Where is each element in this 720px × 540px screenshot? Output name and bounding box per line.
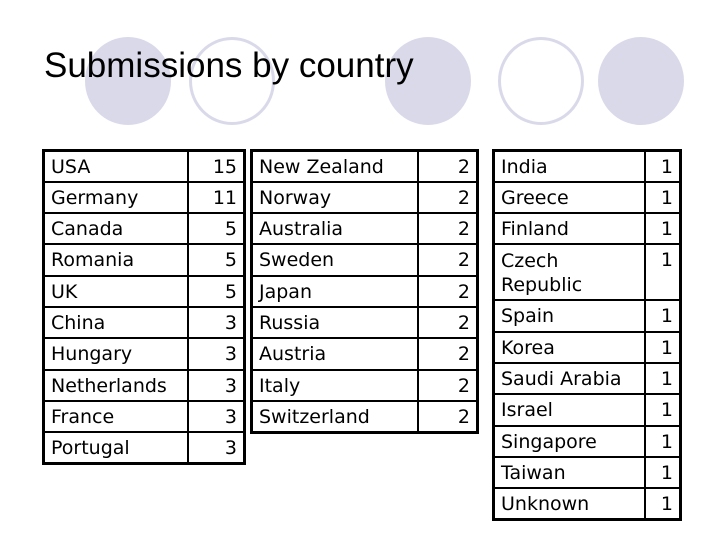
country-name: Taiwan (492, 455, 646, 490)
table-row: UK 5 (42, 274, 246, 308)
submission-count: 1 (643, 455, 682, 490)
submission-count: 5 (186, 212, 246, 246)
table-row: Greece 1 (492, 180, 682, 215)
table-row: New Zealand 2 (250, 149, 479, 183)
table-row: Portugal 3 (42, 431, 246, 465)
decorative-circle-filled (598, 37, 684, 125)
table-row: Netherlands 3 (42, 368, 246, 402)
country-name: Germany (42, 180, 189, 215)
table-row: Israel 1 (492, 393, 682, 427)
country-name: Greece (492, 180, 646, 215)
submission-count: 3 (186, 337, 246, 371)
country-name: Japan (250, 274, 419, 308)
submission-count: 1 (643, 243, 682, 302)
slide-title: Submissions by country (44, 46, 414, 85)
submission-count: 2 (416, 212, 479, 246)
country-name: Romania (42, 243, 189, 277)
submission-count: 2 (416, 337, 479, 371)
submission-count: 1 (643, 149, 682, 183)
country-name: USA (42, 149, 189, 183)
country-name: New Zealand (250, 149, 419, 183)
submission-count: 1 (643, 393, 682, 427)
country-name: Sweden (250, 243, 419, 277)
country-name: Norway (250, 180, 419, 215)
submission-count: 1 (643, 212, 682, 246)
submission-count: 2 (416, 368, 479, 402)
country-name: Portugal (42, 431, 189, 465)
table-row: Australia 2 (250, 212, 479, 246)
submission-count: 2 (416, 274, 479, 308)
table-row: Italy 2 (250, 368, 479, 402)
submission-count: 1 (643, 180, 682, 215)
table-row: Russia 2 (250, 305, 479, 340)
submission-count: 1 (643, 330, 682, 364)
table-row: Germany 11 (42, 180, 246, 215)
table-row: Norway 2 (250, 180, 479, 215)
submission-count: 2 (416, 399, 479, 434)
country-name: Switzerland (250, 399, 419, 434)
table-row: USA 15 (42, 149, 246, 183)
decorative-circle-outline (498, 37, 584, 125)
table-row: Japan 2 (250, 274, 479, 308)
country-name: Hungary (42, 337, 189, 371)
country-name: France (42, 399, 189, 434)
country-name: Unknown (492, 487, 646, 521)
table-row: Austria 2 (250, 337, 479, 371)
submission-count: 1 (643, 424, 682, 458)
country-name: Czech Republic (492, 243, 646, 302)
table-row: Singapore 1 (492, 424, 682, 458)
country-name: China (42, 305, 189, 340)
table-row: Switzerland 2 (250, 399, 479, 434)
submission-count: 3 (186, 368, 246, 402)
country-name: Austria (250, 337, 419, 371)
submission-count: 2 (416, 149, 479, 183)
submission-count: 2 (416, 243, 479, 277)
table-row: Czech Republic 1 (492, 243, 682, 302)
table-row: Hungary 3 (42, 337, 246, 371)
country-name: Australia (250, 212, 419, 246)
country-name: Italy (250, 368, 419, 402)
country-name: UK (42, 274, 189, 308)
submission-count: 2 (416, 180, 479, 215)
table-row: Saudi Arabia 1 (492, 361, 682, 396)
table-row: China 3 (42, 305, 246, 340)
table-row: Sweden 2 (250, 243, 479, 277)
table-row: Unknown 1 (492, 487, 682, 521)
table-row: Finland 1 (492, 212, 682, 246)
table-row: India 1 (492, 149, 682, 183)
submission-count: 5 (186, 274, 246, 308)
submission-count: 5 (186, 243, 246, 277)
country-name: Israel (492, 393, 646, 427)
table-row: Romania 5 (42, 243, 246, 277)
country-name: Netherlands (42, 368, 189, 402)
submission-count: 1 (643, 299, 682, 333)
country-name: Canada (42, 212, 189, 246)
table-row: Taiwan 1 (492, 455, 682, 490)
country-name: Finland (492, 212, 646, 246)
country-table-3: India 1 Greece 1 Finland 1 Czech Republic 1 Spai… (492, 149, 682, 521)
submission-count: 11 (186, 180, 246, 215)
table-row: France 3 (42, 399, 246, 434)
country-table-1: USA 15 Germany 11 Canada 5 Romania 5 UK 5 China 3 Hu… (42, 149, 246, 465)
table-row: Korea 1 (492, 330, 682, 364)
country-name: Korea (492, 330, 646, 364)
country-table-2: New Zealand 2 Norway 2 Australia 2 Sweden 2 Japa… (250, 149, 479, 434)
submission-count: 3 (186, 305, 246, 340)
table-row: Canada 5 (42, 212, 246, 246)
submission-count: 2 (416, 305, 479, 340)
submission-count: 15 (186, 149, 246, 183)
table-row: Spain 1 (492, 299, 682, 333)
country-name: India (492, 149, 646, 183)
submission-count: 3 (186, 399, 246, 434)
country-name: Spain (492, 299, 646, 333)
country-name: Saudi Arabia (492, 361, 646, 396)
submission-count: 1 (643, 487, 682, 521)
country-name: Russia (250, 305, 419, 340)
submission-count: 1 (643, 361, 682, 396)
country-name: Singapore (492, 424, 646, 458)
submission-count: 3 (186, 431, 246, 465)
